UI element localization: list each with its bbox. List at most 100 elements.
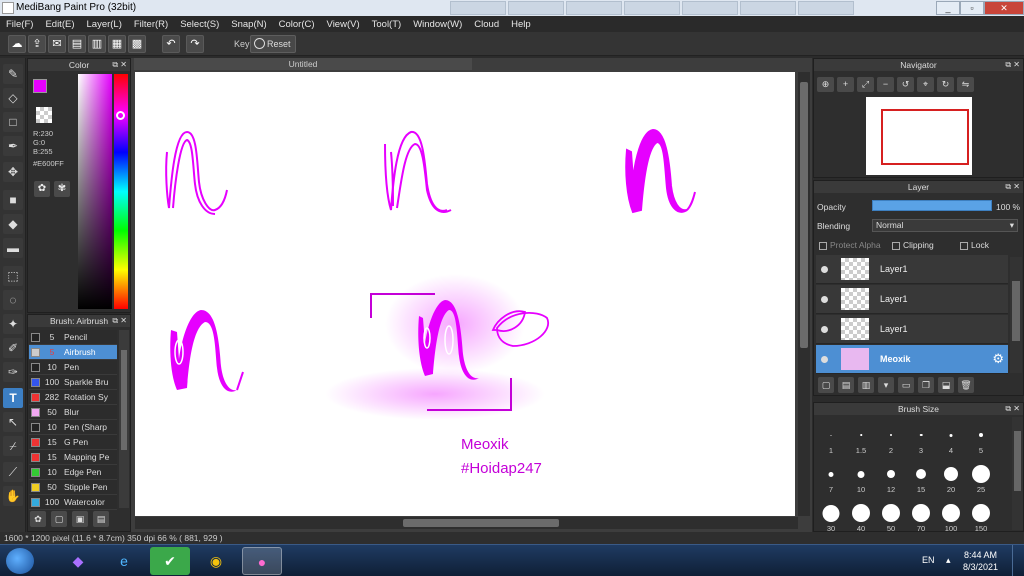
panel-close-icon[interactable]: ⧉ ✕ (112, 315, 127, 327)
select-rect-tool-icon[interactable]: ⬚ (3, 266, 23, 286)
start-button[interactable] (6, 548, 34, 574)
add-brush-icon[interactable]: ▣ (72, 511, 88, 527)
brush-item[interactable]: 282 Rotation Sy (29, 390, 117, 405)
panel-close-icon[interactable]: ⧉ ✕ (112, 59, 127, 71)
brush-size-option[interactable]: 10 (846, 456, 876, 494)
browser-tab[interactable] (624, 1, 680, 15)
brush-tool-icon[interactable]: ✎ (3, 64, 23, 84)
panel-close-icon[interactable]: ⧉ ✕ (1005, 403, 1020, 415)
rotate-right-icon[interactable]: ↻ (937, 77, 954, 92)
brush-item[interactable]: 5 Pencil (29, 330, 117, 345)
browser-tab[interactable] (798, 1, 854, 15)
undo-icon[interactable]: ↶ (162, 35, 180, 53)
brush-size-option[interactable]: 50 (876, 495, 906, 533)
brush-item[interactable]: 100 Sparkle Bru (29, 375, 117, 390)
bucket-tool-icon[interactable]: ◆ (3, 214, 23, 234)
eraser-tool-icon[interactable]: ◇ (3, 88, 23, 108)
minimize-button[interactable]: _ (936, 1, 960, 15)
color-settings-icon[interactable]: ✾ (54, 181, 70, 197)
zoom-in-icon[interactable]: + (837, 77, 854, 92)
zoom-fit-icon[interactable]: ⊕ (817, 77, 834, 92)
redo-icon[interactable]: ↷ (186, 35, 204, 53)
browser-tab[interactable] (450, 1, 506, 15)
menu-color[interactable]: Color(C) (279, 19, 315, 30)
scrollbar-thumb[interactable] (800, 82, 808, 348)
visibility-icon[interactable] (821, 266, 828, 273)
visual-studio-icon[interactable]: ◆ (58, 547, 98, 575)
foreground-color-swatch[interactable] (33, 79, 47, 93)
brush-item[interactable]: 15 G Pen (29, 435, 117, 450)
brush-size-option[interactable]: 12 (876, 456, 906, 494)
browser-tab[interactable] (682, 1, 738, 15)
operation-tool-icon[interactable]: ↖ (3, 412, 23, 432)
layer-row-selected[interactable]: Meoxik ⚙ (816, 345, 1008, 374)
brush-list-scrollbar[interactable] (119, 330, 129, 508)
brush-size-option[interactable]: 70 (906, 495, 936, 533)
menu-window[interactable]: Window(W) (413, 19, 462, 30)
layer-list-scrollbar[interactable] (1010, 257, 1022, 373)
hand-tool-icon[interactable]: ✋ (3, 486, 23, 506)
opacity-slider[interactable] (872, 200, 992, 211)
reset-view-icon[interactable]: ⌖ (917, 77, 934, 92)
brush-page-icon[interactable]: ▤ (93, 511, 109, 527)
protect-alpha-checkbox[interactable]: Protect Alpha (819, 240, 881, 250)
brush-size-option[interactable]: 1.5 (846, 417, 876, 455)
brush-size-option[interactable]: 4 (936, 417, 966, 455)
comment-icon[interactable]: ✉ (48, 35, 66, 53)
pen-tool-icon[interactable]: ✒ (3, 136, 23, 156)
text-tool-icon[interactable]: T (3, 388, 23, 408)
panel-close-icon[interactable]: ⧉ ✕ (1005, 181, 1020, 193)
browser-tab[interactable] (740, 1, 796, 15)
menu-filter[interactable]: Filter(R) (134, 19, 168, 30)
drawing-canvas[interactable]: Meoxik #Hoidap247 (135, 72, 795, 516)
brush-size-option[interactable]: 40 (846, 495, 876, 533)
menu-tool[interactable]: Tool(T) (372, 19, 402, 30)
grid-icon[interactable]: ▩ (128, 35, 146, 53)
document-tab[interactable]: Untitled (134, 58, 472, 70)
gear-icon[interactable]: ⚙ (992, 351, 1004, 367)
select-pen-tool-icon[interactable]: ✐ (3, 338, 23, 358)
visibility-icon[interactable] (821, 296, 828, 303)
saturation-value-picker[interactable] (78, 74, 112, 309)
visibility-icon[interactable] (821, 356, 828, 363)
canvas-vertical-scrollbar[interactable] (798, 72, 810, 516)
brush-size-scrollbar[interactable] (1012, 417, 1023, 530)
magic-wand-tool-icon[interactable]: ✦ (3, 314, 23, 334)
brush-size-option[interactable]: 2 (876, 417, 906, 455)
brush-size-option[interactable]: 3 (906, 417, 936, 455)
brush-size-option[interactable]: 100 (936, 495, 966, 533)
scrollbar-thumb[interactable] (121, 350, 127, 450)
shape-tool-icon[interactable]: □ (3, 112, 23, 132)
language-indicator[interactable]: EN (922, 555, 935, 565)
brush-size-option[interactable]: 1 (816, 417, 846, 455)
clipping-checkbox[interactable]: Clipping (892, 240, 934, 250)
menu-snap[interactable]: Snap(N) (231, 19, 266, 30)
select-eraser-tool-icon[interactable]: ✑ (3, 362, 23, 382)
palette-icon[interactable]: ✿ (34, 181, 50, 197)
menu-help[interactable]: Help (511, 19, 531, 30)
transparent-color-swatch[interactable] (36, 107, 52, 123)
fill-rect-tool-icon[interactable]: ■ (3, 190, 23, 210)
menu-cloud[interactable]: Cloud (474, 19, 499, 30)
page-icon[interactable]: ▥ (88, 35, 106, 53)
medibang-paint-icon[interactable]: ● (242, 547, 282, 575)
chat-icon[interactable]: ▤ (68, 35, 86, 53)
brush-size-option[interactable]: 15 (906, 456, 936, 494)
clock[interactable]: 8:44 AM 8/3/2021 (963, 549, 998, 573)
menu-select[interactable]: Select(S) (180, 19, 219, 30)
close-button[interactable]: ✕ (984, 1, 1024, 15)
browser-tab[interactable] (508, 1, 564, 15)
brush-item-selected[interactable]: 5 Airbrush (29, 345, 117, 360)
brush-item[interactable]: 15 Mapping Pe (29, 450, 117, 465)
brush-item[interactable]: 10 Edge Pen (29, 465, 117, 480)
brush-size-option[interactable]: 5 (966, 417, 996, 455)
visibility-icon[interactable] (821, 326, 828, 333)
app-icon-green[interactable]: ✔ (150, 547, 190, 575)
menu-file[interactable]: File(F) (6, 19, 33, 30)
brush-size-option[interactable]: 20 (936, 456, 966, 494)
lasso-tool-icon[interactable]: ◌ (3, 290, 23, 310)
panel-close-icon[interactable]: ⧉ ✕ (1005, 59, 1020, 71)
move-tool-icon[interactable]: ✥ (3, 162, 23, 182)
duplicate-layer-icon[interactable]: ❐ (918, 377, 934, 393)
new-layer-icon[interactable]: ▢ (818, 377, 834, 393)
